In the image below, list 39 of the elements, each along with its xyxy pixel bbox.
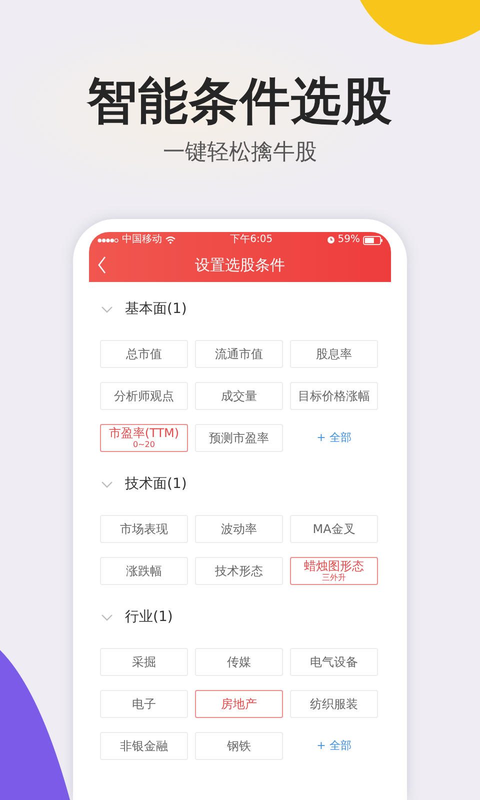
alarm-icon [326, 236, 335, 244]
filter-chip[interactable]: 蜡烛图形态 三外升 [290, 557, 378, 585]
filter-chip[interactable]: 波动率 [195, 515, 283, 543]
filter-chip[interactable]: 流通市值 [195, 340, 283, 368]
battery-icon [362, 236, 383, 244]
filter-chip[interactable]: 分析师观点 [100, 382, 188, 410]
battery-level: 59% [338, 234, 360, 246]
filter-chip[interactable]: 预测市盈率 [195, 424, 283, 452]
back-button[interactable] [97, 256, 107, 274]
section-title: 基本面(1) [125, 300, 187, 318]
filter-chip[interactable]: 股息率 [290, 340, 378, 368]
filter-chip[interactable]: 电气设备 [290, 648, 378, 676]
filter-chip[interactable]: 市场表现 [100, 515, 188, 543]
filter-chip[interactable]: 钢铁 [195, 732, 283, 760]
status-time: 下午6:05 [230, 234, 273, 246]
filter-chip[interactable]: 非银金融 [100, 732, 188, 760]
headline: 智能条件选股 [87, 73, 393, 129]
wifi-icon [165, 236, 176, 244]
page-title: 设置选股条件 [195, 256, 285, 274]
carrier-name: 中国移动 [122, 234, 162, 246]
filter-chip[interactable]: 房地产 [195, 690, 283, 718]
filter-chip[interactable]: MA金叉 [290, 515, 378, 543]
section-title: 行业(1) [125, 608, 173, 626]
filter-chip[interactable]: 传媒 [195, 648, 283, 676]
filter-chip[interactable]: 纺织服装 [290, 690, 378, 718]
chevron-icon[interactable] [101, 614, 113, 620]
signal-icon [97, 238, 119, 242]
filter-chip[interactable]: 涨跌幅 [100, 557, 188, 585]
filter-chip[interactable]: 成交量 [195, 382, 283, 410]
subheadline: 一键轻松擒牛股 [163, 139, 317, 167]
section-title: 技术面(1) [125, 475, 187, 493]
chevron-icon[interactable] [101, 480, 113, 488]
filter-chip[interactable]: 采掘 [100, 648, 188, 676]
filter-chip[interactable]: 市盈率(TTM) 0~20 [100, 424, 188, 452]
filter-chip[interactable]: 总市值 [100, 340, 188, 368]
chevron-icon[interactable] [101, 306, 113, 312]
filter-chip[interactable]: 技术形态 [195, 557, 283, 585]
filter-chip[interactable]: 电子 [100, 690, 188, 718]
filter-chip[interactable]: 目标价格涨幅 [290, 382, 378, 410]
